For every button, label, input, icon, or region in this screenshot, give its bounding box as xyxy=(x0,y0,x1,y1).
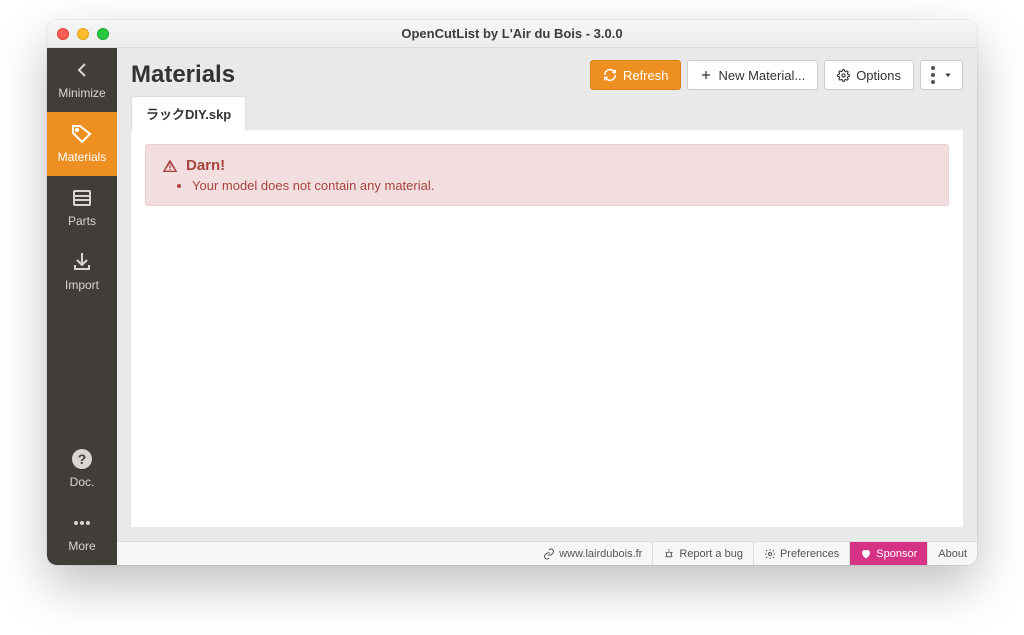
warning-alert: Darn! Your model does not contain any ma… xyxy=(145,144,949,206)
tab-file[interactable]: ラックDIY.skp xyxy=(131,96,246,130)
link-icon xyxy=(543,548,555,560)
svg-text:?: ? xyxy=(78,451,87,467)
footer-prefs-label: Preferences xyxy=(780,548,839,560)
sidebar-spacer xyxy=(47,304,117,437)
gear-icon xyxy=(837,69,850,82)
sidebar-item-import[interactable]: Import xyxy=(47,240,117,304)
app-body: Minimize Materials Parts Import ? Doc. xyxy=(47,48,977,565)
gear-icon xyxy=(764,548,776,560)
tag-icon xyxy=(70,122,94,146)
sidebar-label-doc: Doc. xyxy=(70,475,95,489)
sidebar-item-minimize[interactable]: Minimize xyxy=(47,48,117,112)
tab-file-label: ラックDIY.skp xyxy=(146,107,231,122)
new-material-button[interactable]: New Material... xyxy=(687,60,818,90)
options-button[interactable]: Options xyxy=(824,60,914,90)
footer-sponsor-link[interactable]: Sponsor xyxy=(849,542,927,565)
titlebar: OpenCutList by L'Air du Bois - 3.0.0 xyxy=(47,20,977,48)
content-area: Darn! Your model does not contain any ma… xyxy=(131,130,963,527)
options-label: Options xyxy=(856,68,901,83)
sidebar-item-parts[interactable]: Parts xyxy=(47,176,117,240)
footer-prefs-link[interactable]: Preferences xyxy=(753,542,849,565)
window-controls xyxy=(57,28,109,40)
minimize-window-button[interactable] xyxy=(77,28,89,40)
alert-title-row: Darn! xyxy=(162,157,932,174)
sidebar-item-materials[interactable]: Materials xyxy=(47,112,117,176)
footer-about-link[interactable]: About xyxy=(927,542,977,565)
page-title: Materials xyxy=(131,61,235,89)
more-actions-button[interactable] xyxy=(920,60,963,90)
new-material-label: New Material... xyxy=(718,68,805,83)
refresh-button[interactable]: Refresh xyxy=(590,60,682,90)
alert-message: Your model does not contain any material… xyxy=(192,178,932,193)
refresh-icon xyxy=(603,68,617,82)
plus-icon xyxy=(700,69,712,81)
chevron-left-icon xyxy=(70,58,94,82)
import-icon xyxy=(70,250,94,274)
sidebar-label-parts: Parts xyxy=(68,214,96,228)
sidebar-item-more[interactable]: More xyxy=(47,501,117,565)
sidebar: Minimize Materials Parts Import ? Doc. xyxy=(47,48,117,565)
sidebar-label-import: Import xyxy=(65,278,99,292)
more-icon xyxy=(70,511,94,535)
alert-title: Darn! xyxy=(186,157,225,174)
footer-bug-label: Report a bug xyxy=(679,548,743,560)
footer-site-label: www.lairdubois.fr xyxy=(559,548,642,560)
sponsor-icon xyxy=(860,548,872,560)
footer-site-link[interactable]: www.lairdubois.fr xyxy=(533,542,652,565)
footer-bar: www.lairdubois.fr Report a bug Preferenc… xyxy=(117,541,977,565)
warning-icon xyxy=(162,158,178,174)
footer-sponsor-label: Sponsor xyxy=(876,548,917,560)
list-icon xyxy=(70,186,94,210)
help-icon: ? xyxy=(70,447,94,471)
tab-bar: ラックDIY.skp xyxy=(117,96,977,130)
sidebar-label-minimize: Minimize xyxy=(58,86,105,100)
toolbar: Materials Refresh New Material... Option… xyxy=(117,48,977,96)
refresh-label: Refresh xyxy=(623,68,669,83)
sidebar-label-materials: Materials xyxy=(58,150,107,164)
app-window: OpenCutList by L'Air du Bois - 3.0.0 Min… xyxy=(47,20,977,565)
chevron-down-icon xyxy=(944,71,952,79)
window-title: OpenCutList by L'Air du Bois - 3.0.0 xyxy=(47,26,977,41)
kebab-icon xyxy=(931,66,935,84)
close-window-button[interactable] xyxy=(57,28,69,40)
main-panel: Materials Refresh New Material... Option… xyxy=(117,48,977,565)
footer-bug-link[interactable]: Report a bug xyxy=(652,542,753,565)
bug-icon xyxy=(663,548,675,560)
footer-about-label: About xyxy=(938,548,967,560)
sidebar-item-doc[interactable]: ? Doc. xyxy=(47,437,117,501)
sidebar-label-more: More xyxy=(68,539,95,553)
zoom-window-button[interactable] xyxy=(97,28,109,40)
